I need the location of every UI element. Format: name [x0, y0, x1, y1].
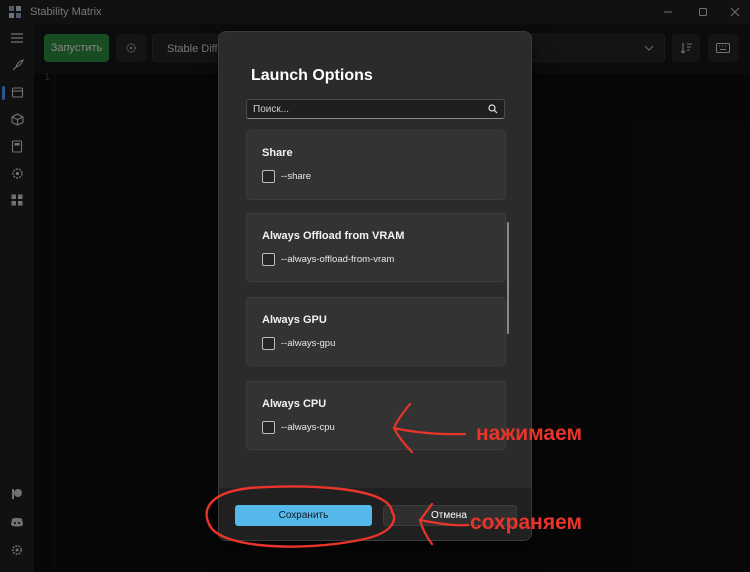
option-flag: --share: [281, 171, 312, 182]
dialog-title: Launch Options: [251, 67, 373, 84]
option-title: Always CPU: [262, 398, 327, 410]
option-title: Always GPU: [262, 314, 327, 326]
search-icon[interactable]: [488, 104, 498, 114]
option-card-always-cpu: Always CPU --always-cpu: [246, 381, 506, 450]
option-checkbox-share[interactable]: [262, 170, 275, 183]
option-checkbox-always-gpu[interactable]: [262, 337, 275, 350]
option-title: Always Offload from VRAM: [262, 230, 405, 242]
option-card-always-offload-from-vram: Always Offload from VRAM --always-offloa…: [246, 213, 506, 282]
launch-options-dialog: Launch Options Share --share Always Offl…: [218, 31, 532, 541]
save-button[interactable]: Сохранить: [235, 505, 372, 526]
option-card-always-gpu: Always GPU --always-gpu: [246, 297, 506, 366]
option-checkbox-always-offload-from-vram[interactable]: [262, 253, 275, 266]
options-scrollbar[interactable]: [507, 222, 509, 334]
search-input[interactable]: [253, 100, 483, 118]
search-box: [246, 99, 505, 119]
cancel-button-label: Отмена: [431, 510, 467, 521]
option-flag: --always-cpu: [281, 422, 335, 433]
option-title: Share: [262, 147, 293, 159]
option-flag: --always-offload-from-vram: [281, 254, 395, 265]
annotation-text-save: сохраняем: [470, 511, 583, 534]
option-flag: --always-gpu: [281, 338, 336, 349]
option-card-share: Share --share: [246, 130, 506, 200]
annotation-text-click: нажимаем: [476, 422, 583, 445]
options-list[interactable]: Share --share Always Offload from VRAM -…: [219, 130, 531, 470]
option-checkbox-always-cpu[interactable]: [262, 421, 275, 434]
